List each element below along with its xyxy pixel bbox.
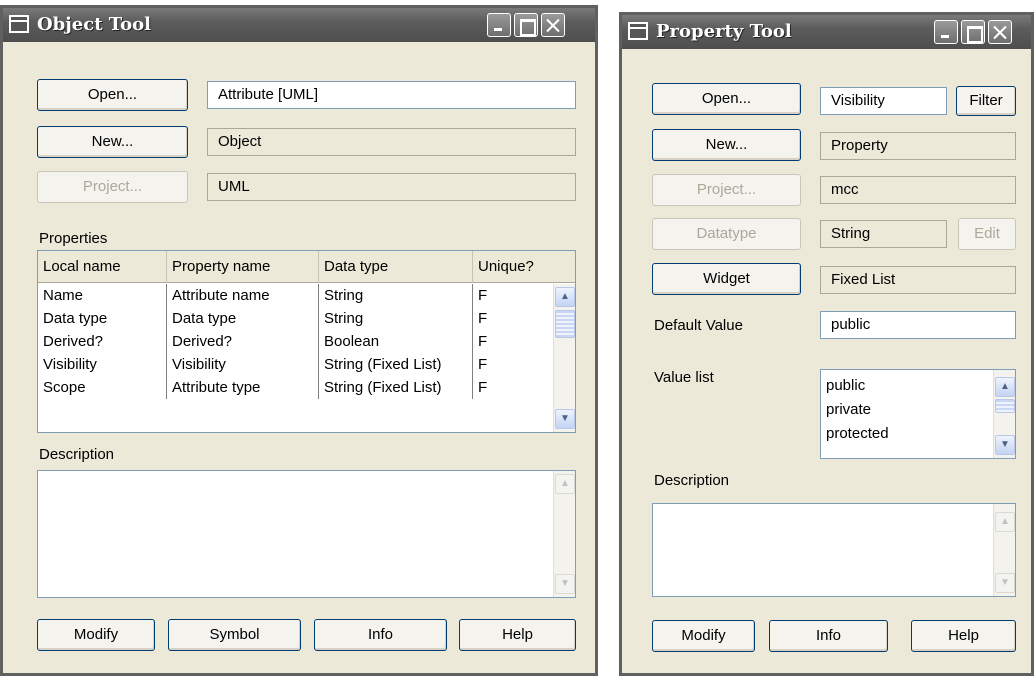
cell-unique: F — [478, 379, 488, 396]
scroll-up-arrow-icon[interactable]: ▲ — [995, 377, 1015, 397]
close-icon[interactable] — [541, 13, 565, 37]
help-button[interactable]: Help — [911, 620, 1016, 652]
table-row[interactable]: Visibility Visibility String (Fixed List… — [38, 353, 547, 376]
cell-property-name: Derived? — [167, 330, 319, 353]
description-textarea[interactable]: ▲ ▼ — [37, 470, 576, 598]
table-row[interactable]: Name Attribute name String F — [38, 284, 547, 307]
project-value-field: mcc — [820, 176, 1016, 204]
list-item[interactable]: public — [826, 377, 865, 394]
cell-local-name: Derived? — [38, 330, 167, 353]
column-header-local-name[interactable]: Local name — [38, 251, 167, 283]
cell-property-name: Attribute type — [167, 376, 319, 399]
cell-data-type: String — [319, 284, 473, 307]
column-header-property-name[interactable]: Property name — [167, 251, 319, 283]
cell-local-name: Visibility — [38, 353, 167, 376]
scroll-up-arrow-icon[interactable]: ▲ — [555, 474, 575, 494]
help-button[interactable]: Help — [459, 619, 576, 651]
new-button[interactable]: New... — [37, 126, 188, 158]
filter-button[interactable]: Filter — [956, 86, 1016, 116]
list-item[interactable]: private — [826, 401, 871, 418]
minimize-icon[interactable] — [487, 13, 511, 37]
value-list-label: Value list — [654, 369, 714, 386]
cell-unique: F — [478, 356, 488, 373]
default-value-label: Default Value — [654, 317, 743, 334]
widget-button[interactable]: Widget — [652, 263, 801, 295]
scroll-thumb[interactable] — [555, 310, 575, 338]
list-item[interactable]: protected — [826, 425, 889, 442]
cell-local-name: Scope — [38, 376, 167, 399]
window-icon — [9, 15, 29, 33]
open-value-field[interactable]: Visibility — [820, 87, 947, 115]
table-row[interactable]: Derived? Derived? Boolean F — [38, 330, 547, 353]
modify-button[interactable]: Modify — [652, 620, 755, 652]
new-button[interactable]: New... — [652, 129, 801, 161]
scroll-down-arrow-icon[interactable]: ▼ — [995, 573, 1015, 593]
cell-unique: F — [478, 333, 488, 350]
edit-button[interactable]: Edit — [958, 218, 1016, 250]
cell-unique: F — [478, 287, 488, 304]
minimize-icon[interactable] — [934, 20, 958, 44]
description-textarea[interactable]: ▲ ▼ — [652, 503, 1016, 597]
new-value-field: Property — [820, 132, 1016, 160]
value-list-box[interactable]: public private protected ▲ ▼ — [820, 369, 1016, 459]
table-row[interactable]: Scope Attribute type String (Fixed List)… — [38, 376, 547, 399]
scroll-thumb[interactable] — [995, 399, 1015, 413]
cell-local-name: Data type — [38, 307, 167, 330]
datatype-button[interactable]: Datatype — [652, 218, 801, 250]
cell-property-name: Visibility — [167, 353, 319, 376]
datatype-value-field: String — [820, 220, 947, 248]
widget-value-field: Fixed List — [820, 266, 1016, 294]
info-button[interactable]: Info — [769, 620, 888, 652]
project-value-field: UML — [207, 173, 576, 201]
maximize-icon[interactable] — [961, 20, 985, 44]
scroll-up-arrow-icon[interactable]: ▲ — [555, 287, 575, 307]
cell-data-type: Boolean — [319, 330, 473, 353]
scroll-down-arrow-icon[interactable]: ▼ — [995, 435, 1015, 455]
project-button[interactable]: Project... — [37, 171, 188, 203]
window-title: Object Tool — [37, 14, 151, 35]
project-button[interactable]: Project... — [652, 174, 801, 206]
description-label: Description — [39, 446, 115, 463]
maximize-icon[interactable] — [514, 13, 538, 37]
description-label: Description — [654, 472, 730, 489]
cell-property-name: Data type — [167, 307, 319, 330]
description-scrollbar[interactable]: ▲ ▼ — [553, 471, 575, 597]
scroll-down-arrow-icon[interactable]: ▼ — [555, 409, 575, 429]
scroll-down-arrow-icon[interactable]: ▼ — [555, 574, 575, 594]
cell-local-name: Name — [38, 284, 167, 307]
property-tool-window: Property Tool Open... Visibility Filter … — [619, 12, 1034, 676]
cell-property-name: Attribute name — [167, 284, 319, 307]
open-button[interactable]: Open... — [652, 83, 801, 115]
open-value-field[interactable]: Attribute [UML] — [207, 81, 576, 109]
new-value-field: Object — [207, 128, 576, 156]
window-icon — [628, 22, 648, 40]
property-tool-titlebar[interactable]: Property Tool — [622, 15, 1031, 49]
column-header-data-type[interactable]: Data type — [319, 251, 473, 283]
modify-button[interactable]: Modify — [37, 619, 155, 651]
table-body: Name Attribute name String F Data type D… — [38, 284, 547, 432]
object-tool-window: Object Tool Open... Attribute [UML] New.… — [0, 5, 598, 676]
table-row[interactable]: Data type Data type String F — [38, 307, 547, 330]
description-scrollbar[interactable]: ▲ ▼ — [993, 504, 1015, 596]
scroll-up-arrow-icon[interactable]: ▲ — [995, 512, 1015, 532]
cell-unique: F — [478, 310, 488, 327]
cell-data-type: String — [319, 307, 473, 330]
column-header-unique[interactable]: Unique? — [473, 251, 575, 283]
close-icon[interactable] — [988, 20, 1012, 44]
table-scrollbar[interactable]: ▲ ▼ — [553, 284, 575, 432]
info-button[interactable]: Info — [314, 619, 447, 651]
symbol-button[interactable]: Symbol — [168, 619, 301, 651]
properties-label: Properties — [39, 230, 108, 247]
table-header: Local name Property name Data type Uniqu… — [38, 251, 575, 283]
value-list-scrollbar[interactable]: ▲ ▼ — [993, 370, 1015, 458]
object-tool-titlebar[interactable]: Object Tool — [3, 8, 595, 42]
cell-data-type: String (Fixed List) — [319, 353, 473, 376]
default-value-field[interactable]: public — [820, 311, 1016, 339]
window-title: Property Tool — [656, 21, 792, 42]
properties-table: Local name Property name Data type Uniqu… — [37, 250, 576, 433]
cell-data-type: String (Fixed List) — [319, 376, 473, 399]
open-button[interactable]: Open... — [37, 79, 188, 111]
